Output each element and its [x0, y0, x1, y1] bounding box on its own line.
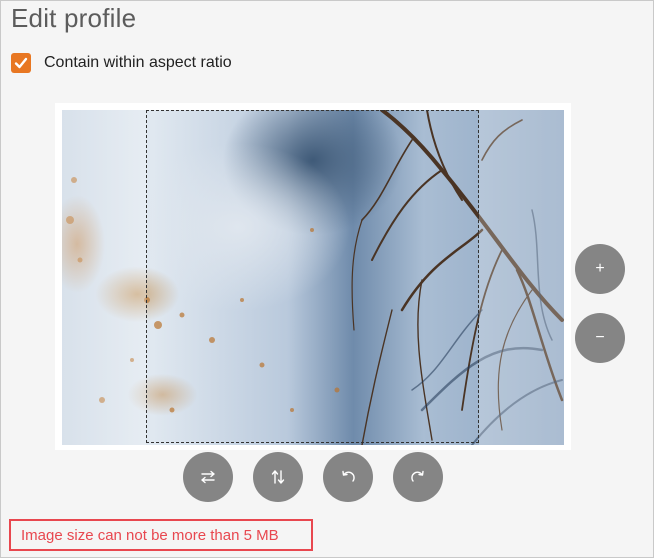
crop-selection-box[interactable] — [146, 110, 479, 443]
checkmark-icon — [14, 57, 28, 69]
edit-profile-dialog: Edit profile Contain within aspect ratio — [0, 0, 654, 558]
contain-aspect-ratio-checkbox[interactable] — [11, 53, 31, 73]
contain-aspect-ratio-option[interactable]: Contain within aspect ratio — [11, 53, 232, 73]
rotate-right-button[interactable] — [393, 452, 443, 502]
flip-horizontal-button[interactable] — [183, 452, 233, 502]
flip-vertical-button[interactable] — [253, 452, 303, 502]
flip-horizontal-icon — [201, 470, 215, 484]
image-size-error: Image size can not be more than 5 MB — [9, 519, 313, 551]
contain-aspect-ratio-label: Contain within aspect ratio — [44, 54, 232, 71]
page-title: Edit profile — [11, 3, 137, 33]
image-crop-area[interactable] — [55, 103, 571, 450]
rotate-right-icon — [411, 470, 424, 482]
crop-mask-left — [62, 110, 146, 445]
rotate-left-button[interactable] — [323, 452, 373, 502]
flip-vertical-icon — [271, 470, 285, 484]
crop-mask-right — [479, 110, 564, 445]
rotate-left-icon — [342, 470, 355, 482]
zoom-out-button[interactable]: − — [575, 313, 625, 363]
zoom-in-button[interactable]: + — [575, 244, 625, 294]
